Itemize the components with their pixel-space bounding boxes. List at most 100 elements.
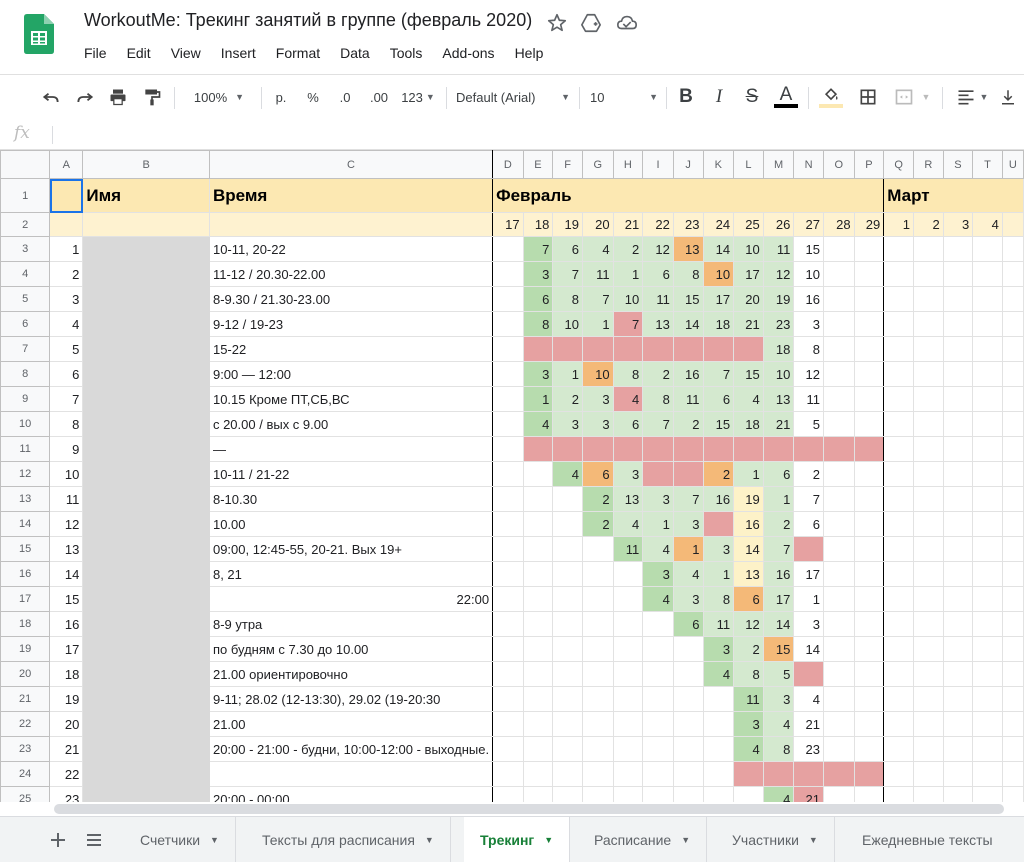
tracking-cell[interactable] xyxy=(823,436,855,462)
tracking-cell[interactable] xyxy=(702,786,735,802)
tracking-cell[interactable] xyxy=(1001,786,1024,802)
add-sheet-icon[interactable] xyxy=(50,817,66,862)
column-header-e[interactable]: E xyxy=(522,150,554,179)
tab-participants[interactable]: Участники ▼ xyxy=(716,817,835,862)
tab-daily-texts[interactable]: Ежедневные тексты xyxy=(846,817,1009,862)
tracking-cell[interactable] xyxy=(972,611,1003,637)
tracking-cell[interactable]: 5 xyxy=(762,661,795,687)
tracking-cell[interactable]: 6 xyxy=(672,611,704,637)
tracking-cell[interactable] xyxy=(1001,411,1024,437)
column-header-k[interactable]: K xyxy=(702,150,735,179)
tracking-cell[interactable] xyxy=(913,311,944,337)
tracking-cell[interactable] xyxy=(853,286,885,312)
tracking-cell[interactable] xyxy=(522,486,554,512)
tracking-cell[interactable] xyxy=(853,611,885,637)
tracking-cell[interactable] xyxy=(522,511,554,537)
tracking-cell[interactable]: 2 xyxy=(672,411,704,437)
tracking-cell[interactable] xyxy=(522,736,554,762)
tracking-cell[interactable] xyxy=(913,611,944,637)
tracking-cell[interactable]: 14 xyxy=(672,311,704,337)
tracking-cell[interactable]: 15 xyxy=(672,286,704,312)
tracking-cell[interactable] xyxy=(702,711,735,737)
date-cell[interactable]: 22 xyxy=(642,212,674,237)
tracking-cell[interactable] xyxy=(672,711,704,737)
tracking-cell[interactable] xyxy=(582,786,614,802)
tracking-cell[interactable] xyxy=(522,436,554,462)
tracking-cell[interactable] xyxy=(942,686,974,712)
tracking-cell[interactable] xyxy=(1001,336,1024,362)
tracking-cell[interactable]: 12 xyxy=(762,261,795,287)
percent-format-button[interactable]: % xyxy=(302,83,324,111)
tracking-cell[interactable] xyxy=(913,761,944,787)
participant-id-cell[interactable]: 17 xyxy=(49,636,84,662)
tracking-cell[interactable]: 3 xyxy=(733,711,764,737)
tracking-cell[interactable]: 10 xyxy=(552,311,583,337)
tracking-cell[interactable] xyxy=(522,786,554,802)
tracking-cell[interactable] xyxy=(883,636,914,662)
tracking-cell[interactable] xyxy=(853,686,885,712)
tracking-cell[interactable] xyxy=(942,486,974,512)
row-header[interactable]: 25 xyxy=(0,786,51,802)
tracking-cell[interactable] xyxy=(883,336,914,362)
tracking-cell[interactable] xyxy=(942,761,974,787)
tracking-cell[interactable] xyxy=(642,636,674,662)
tracking-cell[interactable] xyxy=(1001,236,1024,262)
tracking-cell[interactable]: 4 xyxy=(522,411,554,437)
row-header[interactable]: 21 xyxy=(0,686,51,712)
tracking-cell[interactable] xyxy=(492,261,524,287)
tracking-cell[interactable]: 17 xyxy=(762,586,795,612)
tracking-cell[interactable]: 6 xyxy=(733,586,764,612)
time-cell[interactable]: — xyxy=(208,436,494,462)
tracking-cell[interactable]: 4 xyxy=(552,461,583,487)
participant-name-cell[interactable] xyxy=(82,311,210,337)
date-cell[interactable]: 26 xyxy=(762,212,795,237)
tracking-cell[interactable]: 10 xyxy=(702,261,735,287)
tracking-cell[interactable]: 13 xyxy=(612,486,644,512)
participant-name-cell[interactable] xyxy=(82,486,210,512)
tracking-cell[interactable] xyxy=(492,686,524,712)
date-cell[interactable]: 2 xyxy=(913,212,944,237)
tracking-cell[interactable] xyxy=(582,536,614,562)
participant-name-cell[interactable] xyxy=(82,736,210,762)
tracking-cell[interactable] xyxy=(823,411,855,437)
time-cell[interactable]: 22:00 xyxy=(208,586,494,612)
participant-id-cell[interactable]: 7 xyxy=(49,386,84,412)
time-cell[interactable]: 09:00, 12:45-55, 20-21. Вых 19+ xyxy=(208,536,494,562)
tracking-cell[interactable] xyxy=(552,336,583,362)
tracking-cell[interactable]: 13 xyxy=(762,386,795,412)
tracking-cell[interactable] xyxy=(823,761,855,787)
tracking-cell[interactable]: 1 xyxy=(582,311,614,337)
tracking-cell[interactable] xyxy=(823,486,855,512)
tracking-cell[interactable] xyxy=(492,286,524,312)
tracking-cell[interactable] xyxy=(492,786,524,802)
menu-tools[interactable]: Tools xyxy=(380,44,433,62)
tracking-cell[interactable] xyxy=(853,536,885,562)
column-header-h[interactable]: H xyxy=(612,150,644,179)
date-cell[interactable]: 17 xyxy=(492,212,524,237)
tracking-cell[interactable]: 21 xyxy=(793,786,824,802)
tracking-cell[interactable] xyxy=(552,486,583,512)
february-header[interactable]: Февраль xyxy=(492,178,885,213)
tracking-cell[interactable] xyxy=(883,561,914,587)
tracking-cell[interactable] xyxy=(942,436,974,462)
tracking-cell[interactable] xyxy=(672,786,704,802)
tracking-cell[interactable] xyxy=(522,636,554,662)
tracking-cell[interactable] xyxy=(1001,511,1024,537)
tracking-cell[interactable] xyxy=(733,336,764,362)
menu-insert[interactable]: Insert xyxy=(211,44,266,62)
participant-name-cell[interactable] xyxy=(82,761,210,787)
participant-id-cell[interactable]: 21 xyxy=(49,736,84,762)
tracking-cell[interactable] xyxy=(1001,486,1024,512)
tracking-cell[interactable] xyxy=(853,236,885,262)
row-header[interactable]: 2 xyxy=(0,212,51,237)
tracking-cell[interactable]: 11 xyxy=(702,611,735,637)
tracking-cell[interactable] xyxy=(883,311,914,337)
tracking-cell[interactable] xyxy=(1001,711,1024,737)
tracking-cell[interactable]: 2 xyxy=(552,386,583,412)
march-header[interactable]: Март xyxy=(883,178,1024,213)
print-icon[interactable] xyxy=(105,83,131,111)
tracking-cell[interactable] xyxy=(972,411,1003,437)
participant-id-cell[interactable]: 14 xyxy=(49,561,84,587)
tracking-cell[interactable]: 4 xyxy=(582,236,614,262)
column-header-g[interactable]: G xyxy=(582,150,614,179)
